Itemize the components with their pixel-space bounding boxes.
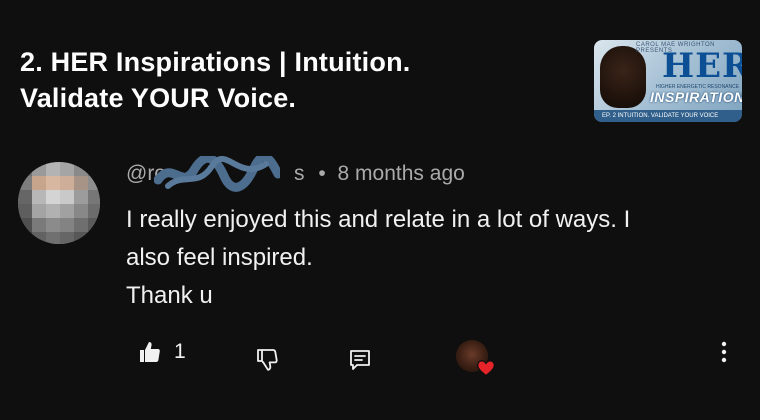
- comment-actions: 1: [0, 330, 760, 380]
- commenter-handle[interactable]: @ro s: [126, 156, 305, 192]
- thumbnail-inspirations-text: INSPIRATIONS: [650, 89, 742, 105]
- thumbnail-portrait: [600, 46, 646, 108]
- more-options-button[interactable]: [718, 340, 730, 364]
- like-count: 1: [174, 340, 186, 363]
- handle-visible-end: s: [294, 162, 305, 185]
- comment-line-2: also feel inspired.: [126, 244, 313, 271]
- reply-button[interactable]: [348, 348, 372, 372]
- thumbs-down-icon: [257, 349, 278, 371]
- thumbnail-her-text: HER: [662, 46, 742, 86]
- thumbnail-episode-bar: EP. 2 INTUITION. VALIDATE YOUR VOICE: [594, 110, 742, 122]
- commenter-avatar[interactable]: [18, 162, 100, 244]
- dislike-button[interactable]: [256, 348, 280, 372]
- redaction-scribble-icon: [154, 156, 280, 192]
- creator-heart-badge: [456, 340, 495, 377]
- meta-separator: •: [318, 162, 326, 185]
- comment-time: 8 months ago: [337, 162, 465, 185]
- comment-meta: @ro s • 8 months ago: [126, 156, 465, 192]
- more-vertical-icon: [721, 341, 727, 363]
- like-button[interactable]: 1: [138, 340, 186, 364]
- video-thumbnail[interactable]: CAROL MAE WRIGHTON PRESENTS HER HIGHER E…: [594, 40, 742, 122]
- comment-line-3: Thank u: [126, 282, 213, 309]
- video-header: 2. HER Inspirations | Intuition. Validat…: [20, 44, 560, 116]
- creator-heart-icon: [477, 360, 495, 377]
- video-title-line-2: Validate YOUR Voice.: [20, 83, 297, 113]
- video-title-line-1: 2. HER Inspirations | Intuition.: [20, 47, 411, 77]
- thumbs-up-icon: [140, 342, 160, 362]
- comment-body: I really enjoyed this and relate in a lo…: [126, 201, 736, 315]
- comment-line-1: I really enjoyed this and relate in a lo…: [126, 206, 631, 233]
- reply-icon: [350, 350, 370, 370]
